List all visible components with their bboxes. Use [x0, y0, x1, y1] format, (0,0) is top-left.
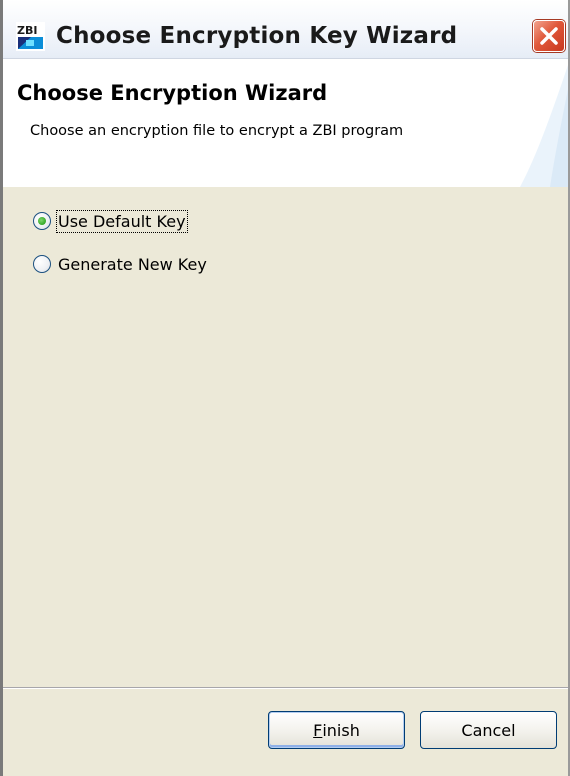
- wizard-header: Choose Encryption Wizard Choose an encry…: [0, 58, 570, 188]
- wizard-page-title: Choose Encryption Wizard: [17, 81, 328, 105]
- finish-label-rest: inish: [322, 720, 360, 740]
- wizard-content: Use Default Key Generate New Key: [0, 187, 570, 687]
- window-frame-left: [0, 0, 3, 776]
- zbi-app-icon: ZBI: [16, 22, 45, 51]
- radio-option-use-default-key[interactable]: Use Default Key: [33, 208, 188, 234]
- finish-mnemonic: F: [313, 720, 323, 740]
- app-icon-text: ZBI: [17, 24, 37, 37]
- radio-option-generate-new-key[interactable]: Generate New Key: [33, 251, 207, 277]
- radio-label-generate-new-key[interactable]: Generate New Key: [58, 255, 207, 274]
- wizard-window: ZBI Choose Encryption Key Wizard Choose …: [0, 0, 570, 776]
- radio-button-unchecked[interactable]: [33, 255, 51, 273]
- close-button[interactable]: [533, 20, 565, 52]
- cancel-button[interactable]: Cancel: [420, 711, 557, 749]
- close-x-icon: [540, 27, 558, 45]
- radio-button-checked[interactable]: [33, 212, 51, 230]
- window-title: Choose Encryption Key Wizard: [56, 23, 458, 49]
- radio-label-use-default-key[interactable]: Use Default Key: [56, 209, 188, 233]
- header-banner-decoration: [520, 59, 570, 187]
- wizard-footer: Finish Cancel: [0, 689, 570, 776]
- wizard-page-description: Choose an encryption file to encrypt a Z…: [30, 123, 404, 139]
- finish-button[interactable]: Finish: [268, 711, 405, 749]
